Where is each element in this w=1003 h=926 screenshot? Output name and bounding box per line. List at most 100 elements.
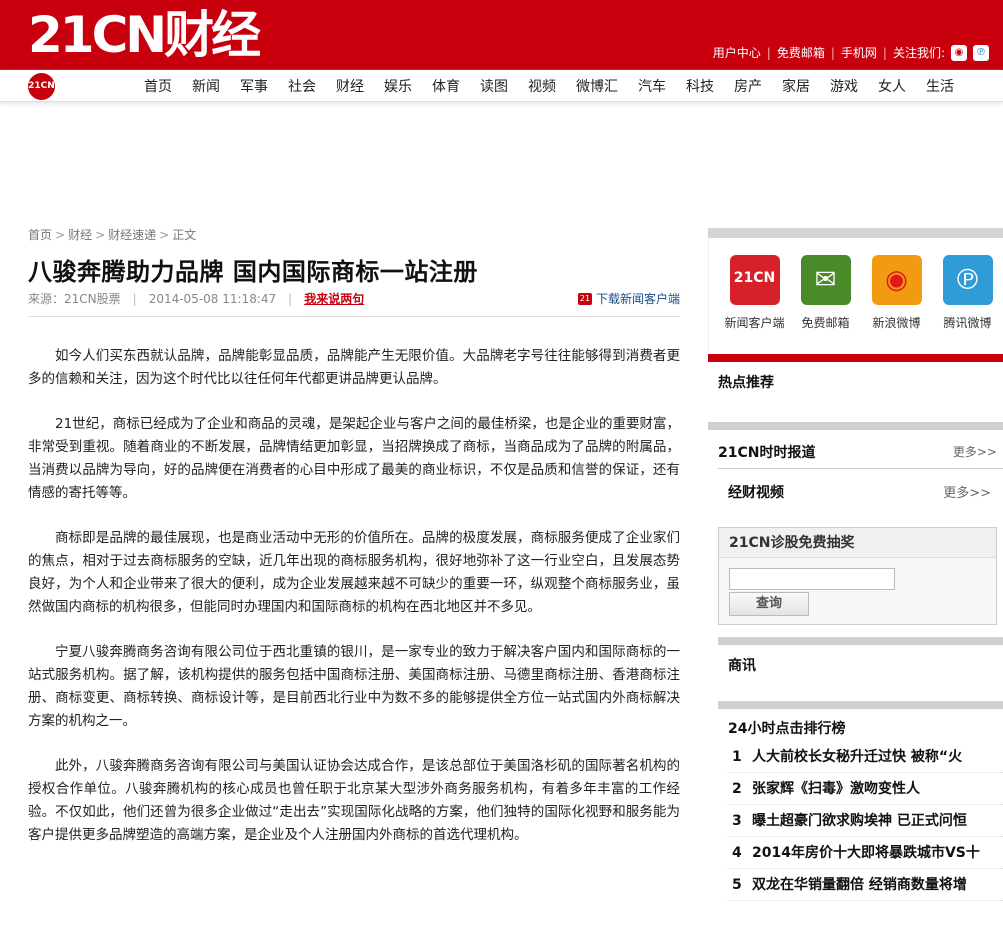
app-links: 21CN 新闻客户端 ✉ 免费邮箱 ◉ 新浪微博 ℗ 腾讯微博 (708, 238, 1003, 354)
client-icon: 21 (577, 292, 592, 305)
breadcrumb-arrow: > (159, 228, 170, 242)
mail-icon: ✉ (800, 255, 851, 305)
breadcrumb-current: 正文 (172, 228, 197, 242)
tencent-follow-icon[interactable]: ℗ (973, 44, 989, 61)
divider (718, 637, 1003, 645)
divider: | (830, 45, 835, 60)
lottery-box: 21CN诊股免费抽奖 查询 (718, 527, 997, 625)
query-button[interactable]: 查询 (729, 592, 809, 616)
breadcrumb: 首页 > 财经 > 财经速递 > 正文 (28, 226, 680, 244)
divider: | (766, 45, 771, 60)
free-mail-link[interactable]: 免费邮箱 (777, 44, 825, 61)
main-nav: 21CN 首页 新闻 军事 社会 财经 娱乐 体育 读图 视频 微博汇 汽车 科… (0, 70, 1003, 102)
news-client-app[interactable]: 21CN 新闻客户端 (719, 255, 790, 354)
follow-us-label: 关注我们: (892, 46, 945, 60)
breadcrumb-finance-express[interactable]: 财经速递 (108, 228, 156, 242)
rank-number: 4 (732, 845, 742, 861)
rank-title: 人大前校长女秘升迁过快 被称“火 (752, 749, 963, 765)
divider (708, 354, 1003, 362)
section-title: 热点推荐 (718, 375, 774, 391)
rank-number: 2 (732, 781, 742, 797)
section-title: 21CN时时报道 (718, 445, 816, 461)
comment-link[interactable]: 我来说两句 (304, 292, 364, 306)
realtime-news-header: 21CN时时报道 更多>> (708, 430, 1003, 468)
more-link[interactable]: 更多>> (943, 482, 991, 501)
rank-item[interactable]: 4 2014年房价十大即将暴跌城市VS十 (726, 837, 1003, 869)
free-mail-app[interactable]: ✉ 免费邮箱 (790, 255, 861, 354)
nav-weibo-hub[interactable]: 微博汇 (576, 76, 618, 96)
mobile-site-link[interactable]: 手机网 (841, 44, 877, 61)
divider (718, 701, 1003, 709)
nav-pictures[interactable]: 读图 (480, 76, 508, 96)
hot-recommend-header: 热点推荐 (708, 362, 1003, 422)
paragraph: 此外，八骏奔腾商务咨询有限公司与美国认证协会达成合作，是该总部位于美国洛杉矶的国… (28, 758, 680, 843)
app-label: 新闻客户端 (724, 316, 785, 330)
article-title: 八骏奔腾助力品牌 国内国际商标一站注册 (28, 258, 478, 286)
article: 首页 > 财经 > 财经速递 > 正文 八骏奔腾助力品牌 国内国际商标一站注册 来源：21C… (28, 226, 680, 869)
business-news-header: 商讯 (708, 645, 1003, 701)
app-label: 免费邮箱 (801, 316, 850, 330)
sina-weibo-icon: ◉ (871, 255, 922, 305)
nav-games[interactable]: 游戏 (830, 76, 858, 96)
rank-item[interactable]: 3 曝土超豪门欲求购埃神 已正式问恒 (726, 805, 1003, 837)
divider (708, 228, 1003, 238)
user-center-link[interactable]: 用户中心 (713, 44, 761, 61)
rank-number: 5 (732, 877, 742, 893)
stock-code-input[interactable] (729, 568, 895, 590)
rank-item[interactable]: 1 人大前校长女秘升迁过快 被称“火 (726, 741, 1003, 773)
nav-logo-icon[interactable]: 21CN (28, 73, 55, 100)
rank-title: 2014年房价十大即将暴跌城市VS十 (752, 845, 980, 861)
breadcrumb-home[interactable]: 首页 (28, 228, 52, 242)
article-meta: 来源：21CN股票 | 2014-05-08 11:18:47 | 我来说两句 21 下载… (28, 290, 680, 312)
rank-number: 3 (732, 813, 742, 829)
paragraph: 商标即是品牌的最佳展现，也是商业活动中无形的价值所在。品牌的极度发展，商标服务便… (28, 530, 680, 615)
tencent-weibo-icon: ℗ (942, 255, 993, 305)
article-source: 来源：21CN股票 (28, 292, 121, 306)
nav-realestate[interactable]: 房产 (734, 76, 762, 96)
finance-video-header: 经财视频 更多>> (708, 469, 1003, 527)
nav-tech[interactable]: 科技 (686, 76, 714, 96)
nav-women[interactable]: 女人 (878, 76, 906, 96)
article-body: 如今人们买东西就认品牌，品牌能彰显品质，品牌能产生无限价值。大品牌老字号往往能够… (28, 345, 680, 847)
rank-item[interactable]: 2 张家辉《扫毒》激吻变性人 (726, 773, 1003, 805)
divider (708, 422, 1003, 430)
nav-military[interactable]: 军事 (240, 76, 268, 96)
sina-weibo-app[interactable]: ◉ 新浪微博 (861, 255, 932, 354)
article-datetime: 2014-05-08 11:18:47 (148, 292, 277, 306)
more-link[interactable]: 更多>> (953, 443, 997, 460)
nav-home[interactable]: 首页 (144, 76, 172, 96)
nav-home-living[interactable]: 家居 (782, 76, 810, 96)
divider: | (132, 292, 137, 306)
weibo-follow-icon[interactable]: ◉ (951, 44, 967, 61)
top-banner: 21CN财经 用户中心 | 免费邮箱 | 手机网 | 关注我们: ◉ ℗ (0, 0, 1003, 70)
nav-video[interactable]: 视频 (528, 76, 556, 96)
rank-title: 张家辉《扫毒》激吻变性人 (752, 781, 920, 797)
paragraph: 如今人们买东西就认品牌，品牌能彰显品质，品牌能产生无限价值。大品牌老字号往往能够… (28, 348, 680, 387)
app-label: 新浪微博 (872, 316, 921, 330)
breadcrumb-finance[interactable]: 财经 (68, 228, 92, 242)
download-client-link[interactable]: 21 下载新闻客户端 (577, 290, 680, 307)
site-logo[interactable]: 21CN财经 (28, 4, 261, 66)
nav-society[interactable]: 社会 (288, 76, 316, 96)
paragraph: 宁夏八骏奔腾商务咨询有限公司位于西北重镇的银川，是一家专业的致力于解决客户国内和… (28, 644, 680, 729)
divider: | (288, 292, 293, 306)
divider: | (882, 45, 887, 60)
rank-item[interactable]: 5 双龙在华销量翻倍 经销商数量将增 (726, 869, 1003, 901)
rank-title: 曝土超豪门欲求购埃神 已正式问恒 (752, 813, 967, 829)
sidebar: 21CN 新闻客户端 ✉ 免费邮箱 ◉ 新浪微博 ℗ 腾讯微博 热点推荐 21C… (708, 228, 1003, 901)
nav-entertainment[interactable]: 娱乐 (384, 76, 412, 96)
rank-header: 24小时点击排行榜 (708, 709, 1003, 741)
nav-items: 首页 新闻 军事 社会 财经 娱乐 体育 读图 视频 微博汇 汽车 科技 房产 … (144, 70, 974, 102)
section-title: 24小时点击排行榜 (728, 721, 846, 737)
tencent-weibo-app[interactable]: ℗ 腾讯微博 (932, 255, 1003, 354)
nav-auto[interactable]: 汽车 (638, 76, 666, 96)
nav-life[interactable]: 生活 (926, 76, 954, 96)
breadcrumb-arrow: > (95, 228, 106, 242)
nav-finance[interactable]: 财经 (336, 76, 364, 96)
app-label: 腾讯微博 (943, 316, 992, 330)
nav-sports[interactable]: 体育 (432, 76, 460, 96)
nav-news[interactable]: 新闻 (192, 76, 220, 96)
rank-list: 1 人大前校长女秘升迁过快 被称“火 2 张家辉《扫毒》激吻变性人 3 曝土超豪门欲求… (726, 741, 1003, 901)
divider (28, 316, 680, 317)
rank-title: 双龙在华销量翻倍 经销商数量将增 (752, 877, 967, 893)
